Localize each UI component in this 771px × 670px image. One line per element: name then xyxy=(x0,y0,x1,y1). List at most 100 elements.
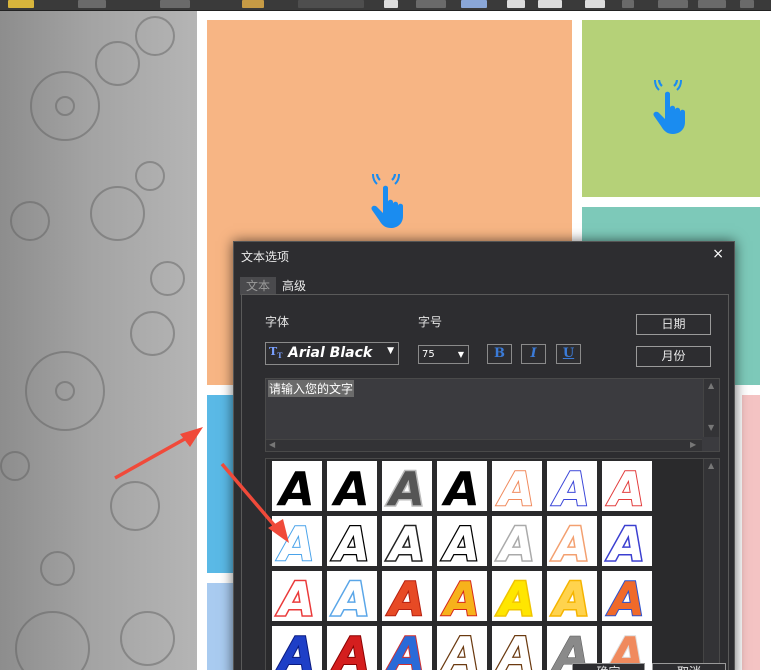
text-style-swatch[interactable]: A xyxy=(602,571,652,627)
text-style-swatch[interactable]: A xyxy=(327,626,377,670)
tab-advanced[interactable]: 高级 xyxy=(276,277,312,295)
close-icon[interactable]: × xyxy=(712,246,724,262)
letter-a-glyph: A xyxy=(386,627,425,670)
text-style-swatch[interactable]: A xyxy=(437,571,487,627)
ok-button[interactable]: 确定 xyxy=(572,663,645,670)
hand-pointer-icon[interactable] xyxy=(648,80,696,136)
text-style-swatch[interactable]: A xyxy=(437,516,487,572)
flower-decoration xyxy=(135,161,165,191)
toolbar-icon-12[interactable] xyxy=(698,0,726,8)
toolbar-icon-1[interactable] xyxy=(78,0,106,8)
text-style-swatch[interactable]: A xyxy=(602,461,652,517)
font-select[interactable]: TT Arial Black ▼ xyxy=(265,342,399,365)
letter-a-glyph: A xyxy=(496,462,535,511)
toolbar-icon-7[interactable] xyxy=(507,0,525,8)
text-style-swatch[interactable]: A xyxy=(382,626,432,670)
letter-a-glyph: A xyxy=(551,517,590,566)
month-button[interactable]: 月份 xyxy=(636,346,711,367)
text-style-swatch[interactable]: A xyxy=(547,461,597,517)
text-style-swatch[interactable]: A xyxy=(547,516,597,573)
toolbar-icon-11[interactable] xyxy=(658,0,688,8)
text-style-swatch[interactable]: A xyxy=(327,516,377,572)
toolbar-icon-folder[interactable] xyxy=(8,0,34,8)
letter-a-glyph: A xyxy=(386,462,425,511)
cancel-button[interactable]: 取消 xyxy=(652,663,726,670)
letter-a-glyph: A xyxy=(331,572,370,621)
letter-a-glyph: A xyxy=(441,462,480,511)
toolbar-icon-5[interactable] xyxy=(416,0,446,8)
text-style-swatch[interactable]: A xyxy=(547,571,597,628)
underline-button[interactable]: U xyxy=(556,344,581,364)
text-style-swatch[interactable]: A xyxy=(272,626,322,670)
letter-a-glyph: A xyxy=(606,462,645,511)
date-button[interactable]: 日期 xyxy=(636,314,711,335)
letter-a-glyph: A xyxy=(331,462,370,511)
text-style-swatch[interactable]: A xyxy=(602,516,652,573)
letter-a-glyph: A xyxy=(276,572,315,621)
flower-decoration xyxy=(15,611,90,670)
letter-a-glyph: A xyxy=(441,572,480,621)
letter-a-glyph: A xyxy=(496,627,535,670)
hand-pointer-icon[interactable] xyxy=(366,174,414,230)
text-style-swatch[interactable]: A xyxy=(492,516,542,573)
letter-a-glyph: A xyxy=(276,462,315,511)
tab-text[interactable]: 文本 xyxy=(240,277,277,295)
toolbar-icon-4[interactable] xyxy=(384,0,398,8)
dialog-title: 文本选项 xyxy=(241,250,290,264)
text-tab-panel: 字体 字号 TT Arial Black ▼ 75 ▼ B I U 日期 月份 … xyxy=(241,294,729,670)
chevron-down-icon: ▼ xyxy=(457,350,464,359)
toolbar-icon-9[interactable] xyxy=(585,0,605,8)
text-style-swatch[interactable]: A xyxy=(272,571,322,628)
toolbar-icon-3[interactable] xyxy=(242,0,264,8)
scroll-up-icon[interactable]: ▲ xyxy=(708,461,714,470)
text-style-swatch[interactable]: A xyxy=(382,516,432,573)
toolbar-icon-add[interactable] xyxy=(298,0,364,8)
scroll-right-icon[interactable]: ▶ xyxy=(690,440,696,449)
letter-a-glyph: A xyxy=(441,517,480,566)
flower-decoration xyxy=(150,261,185,296)
text-style-gallery: ▲ AAAAAAAAAAAAAAAAAAAAAAAAAAAA xyxy=(265,458,720,670)
text-style-swatch[interactable]: A xyxy=(382,461,432,518)
letter-a-glyph: A xyxy=(331,517,370,566)
text-style-swatch[interactable]: A xyxy=(272,516,322,572)
horizontal-scrollbar[interactable]: ◀ ▶ xyxy=(266,439,702,451)
flower-decoration xyxy=(10,201,50,241)
size-label: 字号 xyxy=(418,315,443,329)
text-style-swatch[interactable]: A xyxy=(492,571,542,628)
text-style-swatch[interactable]: A xyxy=(327,461,377,516)
size-select[interactable]: 75 ▼ xyxy=(418,345,469,364)
scroll-up-icon[interactable]: ▲ xyxy=(708,381,714,390)
text-style-swatch[interactable]: A xyxy=(327,571,377,628)
text-style-swatch[interactable]: A xyxy=(437,626,487,670)
toolbar-icon-6[interactable] xyxy=(461,0,487,8)
letter-a-glyph: A xyxy=(551,462,590,511)
toolbar-icon-13[interactable] xyxy=(740,0,754,8)
text-style-swatch[interactable]: A xyxy=(382,571,432,627)
letter-a-glyph: A xyxy=(496,572,535,621)
tile-pink[interactable] xyxy=(742,395,760,670)
scroll-down-icon[interactable]: ▼ xyxy=(708,423,714,432)
toolbar-icon-10[interactable] xyxy=(622,0,634,8)
italic-button[interactable]: I xyxy=(521,344,546,364)
letter-a-glyph: A xyxy=(551,572,590,621)
text-style-swatch[interactable]: A xyxy=(272,461,322,516)
screen: 文本选项 × 文本 高级 字体 字号 TT Arial Black ▼ 75 ▼ … xyxy=(0,0,771,670)
text-input[interactable]: 请输入您的文字 ▲ ▼ ◀ ▶ xyxy=(265,378,720,452)
text-style-swatch[interactable]: A xyxy=(492,626,542,670)
letter-a-glyph: A xyxy=(386,572,425,621)
chevron-down-icon: ▼ xyxy=(387,346,394,356)
toolbar-icon-8[interactable] xyxy=(538,0,562,8)
vertical-scrollbar[interactable]: ▲ xyxy=(703,459,719,670)
scroll-left-icon[interactable]: ◀ xyxy=(269,440,275,449)
floral-background xyxy=(0,11,197,670)
letter-a-glyph: A xyxy=(276,627,315,670)
flower-decoration xyxy=(0,451,30,481)
flower-decoration xyxy=(120,611,175,666)
toolbar-icon-2[interactable] xyxy=(160,0,190,8)
text-style-swatch[interactable]: A xyxy=(492,461,542,517)
text-style-swatch[interactable]: A xyxy=(437,461,487,516)
top-toolbar xyxy=(0,0,771,11)
vertical-scrollbar[interactable]: ▲ ▼ xyxy=(703,379,719,437)
flower-decoration xyxy=(130,311,175,356)
bold-button[interactable]: B xyxy=(487,344,512,364)
